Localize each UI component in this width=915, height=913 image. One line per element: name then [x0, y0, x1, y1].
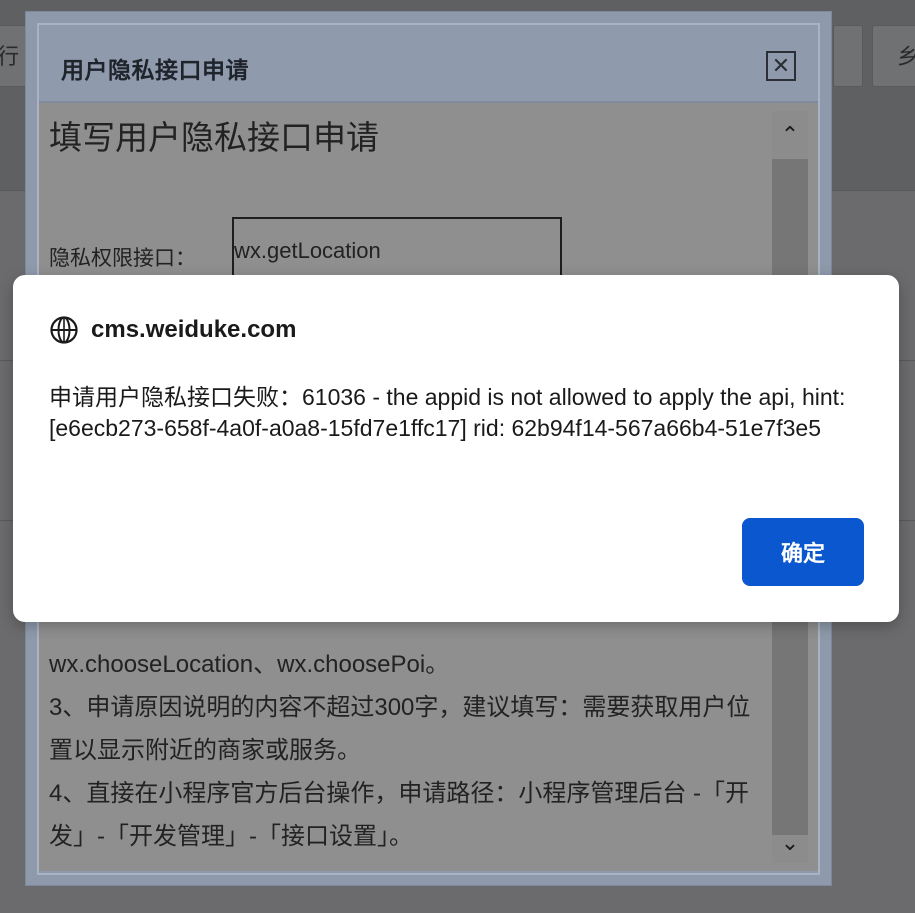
browser-alert-dialog: cms.weiduke.com 申请用户隐私接口失败：61036 - the a…: [13, 275, 899, 622]
background-tab-left-label: 行: [0, 44, 19, 69]
background-tab-right-label: 乡: [897, 44, 915, 69]
screen: 行 乡 用户隐私接口申请 ✕ 填写用户隐私接口申请 隐私权限接口： wx.get…: [0, 0, 915, 913]
instruction-line: 4、直接在小程序官方后台操作，申请路径：小程序管理后台 -「开发」-「开发管理」…: [49, 780, 750, 850]
close-icon: ✕: [771, 53, 791, 78]
instruction-line: 3、申请原因说明的内容不超过300字，建议填写：需要获取用户位置以显示附近的商家…: [49, 694, 751, 764]
alert-message: 申请用户隐私接口失败：61036 - the appid is not allo…: [49, 384, 846, 441]
chevron-up-icon: ⌃: [780, 122, 800, 147]
background-tab-right-2[interactable]: 乡: [872, 25, 915, 87]
instruction-line: wx.chooseLocation、wx.choosePoi。: [49, 651, 450, 678]
scroll-down-button[interactable]: ⌄: [772, 825, 808, 861]
alert-origin-domain: cms.weiduke.com: [91, 316, 297, 343]
background-tab-right-1[interactable]: [833, 25, 863, 87]
form-heading: 填写用户隐私接口申请: [49, 119, 379, 156]
globe-icon: [50, 316, 78, 344]
close-button[interactable]: ✕: [766, 51, 796, 81]
instructions: wx.chooseLocation、wx.choosePoi。 3、申请原因说明…: [49, 643, 769, 858]
ok-button[interactable]: 确定: [742, 518, 864, 586]
alert-origin: cms.weiduke.com: [49, 315, 296, 345]
scroll-up-button[interactable]: ⌃: [772, 117, 808, 153]
dialog-title: 用户隐私接口申请: [61, 57, 249, 83]
dialog-header: 用户隐私接口申请 ✕: [39, 25, 818, 103]
privacy-api-label: 隐私权限接口：: [49, 247, 196, 270]
chevron-down-icon: ⌄: [780, 830, 800, 855]
